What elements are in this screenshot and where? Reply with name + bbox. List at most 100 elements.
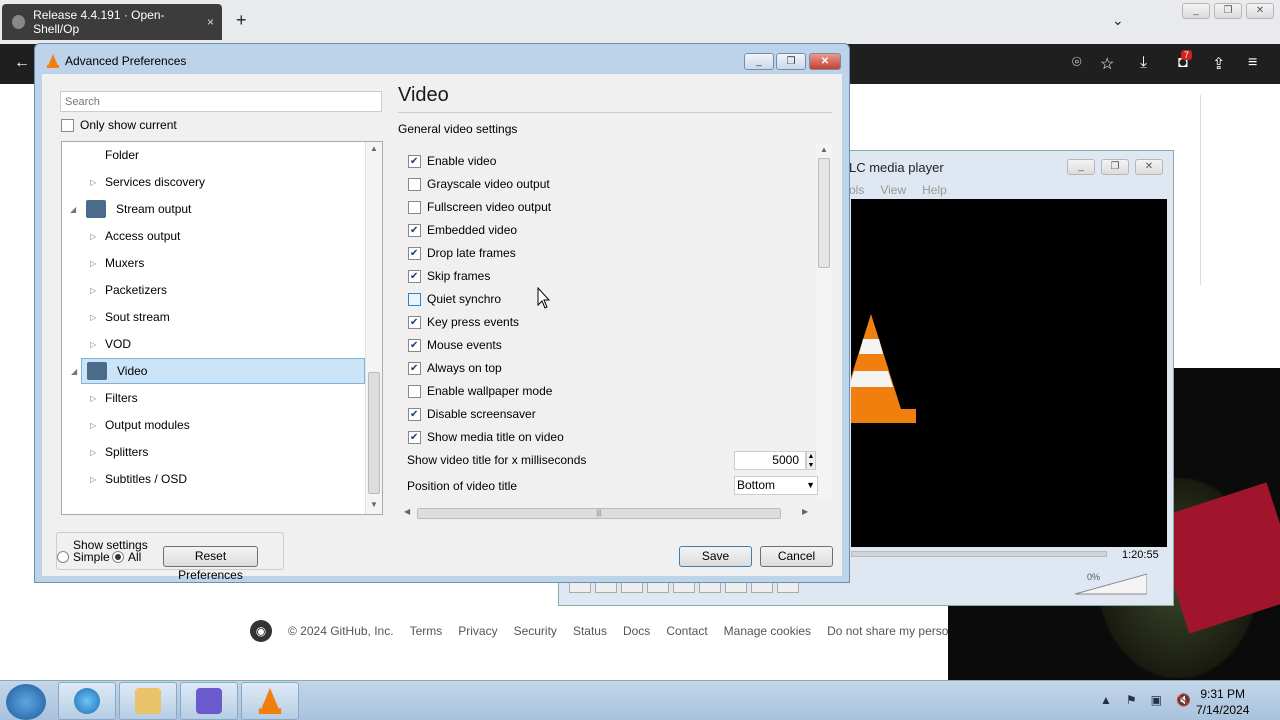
new-tab-button[interactable]: +: [236, 10, 247, 31]
simple-radio[interactable]: Simple: [57, 550, 110, 564]
collapsed-arrow-icon[interactable]: ▷: [90, 232, 96, 241]
option-checkbox[interactable]: Quiet synchro: [408, 292, 501, 306]
vlc-close-button[interactable]: ✕: [1135, 159, 1163, 175]
taskbar-explorer[interactable]: [119, 682, 177, 720]
flag-icon[interactable]: ⚑: [1126, 693, 1137, 707]
checkbox-box[interactable]: [408, 384, 421, 398]
tree-item[interactable]: ▷ Filters: [62, 385, 365, 411]
tree-item[interactable]: ◢ Video: [71, 358, 365, 384]
expanded-arrow-icon[interactable]: ◢: [70, 205, 76, 214]
dialog-maximize-button[interactable]: ❐: [776, 53, 806, 70]
taskbar-vlc[interactable]: [241, 682, 299, 720]
footer-link-terms[interactable]: Terms: [410, 624, 443, 638]
footer-link-do-not-share[interactable]: Do not share my personal: [827, 624, 964, 638]
option-checkbox[interactable]: Key press events: [408, 315, 519, 329]
share-icon[interactable]: ⇪: [1212, 54, 1225, 74]
restore-button[interactable]: ❐: [1214, 3, 1242, 19]
star-icon[interactable]: ☆: [1100, 54, 1114, 74]
collapsed-arrow-icon[interactable]: ▷: [90, 313, 96, 322]
vlc-seek-bar[interactable]: [851, 551, 1107, 557]
taskbar-browser[interactable]: [58, 682, 116, 720]
tray-expand-icon[interactable]: ▲: [1100, 693, 1112, 707]
back-arrow-icon[interactable]: ←: [14, 54, 30, 72]
tab-close-icon[interactable]: ×: [207, 15, 214, 29]
only-show-current-checkbox[interactable]: Only show current: [61, 118, 177, 132]
tree-item[interactable]: ▷ Muxers: [62, 250, 365, 276]
collapsed-arrow-icon[interactable]: ▷: [90, 259, 96, 268]
option-checkbox[interactable]: Disable screensaver: [408, 407, 536, 421]
menu-icon[interactable]: ≡: [1248, 54, 1257, 72]
checkbox-box[interactable]: [408, 430, 421, 444]
footer-link-status[interactable]: Status: [573, 624, 607, 638]
dialog-minimize-button[interactable]: _: [744, 53, 774, 70]
taskbar-clock[interactable]: 9:31 PM 7/14/2024: [1196, 686, 1249, 718]
tree-item[interactable]: ▷ Subtitles / OSD: [62, 466, 365, 492]
scroll-left-icon[interactable]: ◀: [404, 507, 410, 516]
checkbox-box[interactable]: [408, 292, 421, 306]
network-icon[interactable]: ▣: [1151, 693, 1162, 707]
checkbox-box[interactable]: [408, 223, 421, 237]
options-scrollbar[interactable]: ▲: [816, 144, 832, 499]
tree-item[interactable]: ▷ Access output: [62, 223, 365, 249]
option-checkbox[interactable]: Fullscreen video output: [408, 200, 551, 214]
option-checkbox[interactable]: Mouse events: [408, 338, 502, 352]
scroll-down-icon[interactable]: ▼: [370, 500, 378, 509]
checkbox-box[interactable]: [408, 338, 421, 352]
options-horizontal-scrollbar[interactable]: ◀ ||| ▶: [400, 506, 814, 520]
footer-link-manage-cookies[interactable]: Manage cookies: [724, 624, 811, 638]
reset-preferences-button[interactable]: Reset Preferences: [163, 546, 258, 582]
tree-scrollbar-thumb[interactable]: [368, 372, 380, 494]
tree-scrollbar[interactable]: ▲ ▼: [365, 142, 382, 514]
taskbar-app[interactable]: [180, 682, 238, 720]
vlc-volume-slider[interactable]: [1075, 573, 1147, 595]
option-checkbox[interactable]: Show media title on video: [408, 430, 564, 444]
footer-link-privacy[interactable]: Privacy: [458, 624, 497, 638]
vlc-menu-tools[interactable]: ols: [849, 183, 864, 197]
tree-item[interactable]: Folder: [62, 142, 365, 168]
vlc-minimize-button[interactable]: _: [1067, 159, 1095, 175]
option-checkbox[interactable]: Enable video: [408, 154, 496, 168]
tree-item[interactable]: ▷ VOD: [62, 331, 365, 357]
collapsed-arrow-icon[interactable]: ▷: [90, 448, 96, 457]
position-select[interactable]: Bottom ▼: [734, 476, 818, 495]
checkbox-box[interactable]: [408, 315, 421, 329]
options-scrollbar-thumb[interactable]: [818, 158, 830, 268]
collapsed-arrow-icon[interactable]: ▷: [90, 286, 96, 295]
minimize-button[interactable]: _: [1182, 3, 1210, 19]
dialog-close-button[interactable]: ✕: [809, 53, 841, 70]
volume-muted-icon[interactable]: 🔇: [1176, 693, 1191, 707]
tree-item[interactable]: ◢ Stream output: [62, 196, 365, 222]
checkbox-box[interactable]: [408, 269, 421, 283]
tree-item[interactable]: ▷ Output modules: [62, 412, 365, 438]
option-checkbox[interactable]: Skip frames: [408, 269, 490, 283]
checkbox-box[interactable]: [408, 246, 421, 260]
checkbox-box[interactable]: [408, 407, 421, 421]
show-title-ms-input[interactable]: 5000: [734, 451, 806, 470]
simple-radio-dot[interactable]: [57, 551, 69, 563]
scroll-up-icon[interactable]: ▲: [370, 144, 378, 153]
close-button[interactable]: ✕: [1246, 3, 1274, 19]
option-checkbox[interactable]: Drop late frames: [408, 246, 516, 260]
fingerprint-icon[interactable]: ⌾: [1072, 54, 1082, 72]
collapsed-arrow-icon[interactable]: ▷: [90, 421, 96, 430]
collapsed-arrow-icon[interactable]: ▷: [90, 394, 96, 403]
tree-item[interactable]: ▷ Splitters: [62, 439, 365, 465]
start-button[interactable]: [6, 684, 46, 720]
all-radio[interactable]: All: [112, 550, 141, 564]
cancel-button[interactable]: Cancel: [760, 546, 833, 567]
save-button[interactable]: Save: [679, 546, 752, 567]
checkbox-box[interactable]: [408, 361, 421, 375]
all-radio-dot[interactable]: [112, 551, 124, 563]
option-checkbox[interactable]: Enable wallpaper mode: [408, 384, 552, 398]
vlc-restore-button[interactable]: ❐: [1101, 159, 1129, 175]
vlc-menu-help[interactable]: Help: [922, 183, 947, 197]
vlc-menu-view[interactable]: View: [880, 183, 906, 197]
github-logo-icon[interactable]: ◉: [250, 620, 272, 642]
browser-tab[interactable]: Release 4.4.191 · Open-Shell/Op ×: [2, 4, 222, 40]
search-input[interactable]: [60, 91, 382, 112]
tab-list-button[interactable]: ⌄: [1112, 12, 1124, 29]
option-checkbox[interactable]: Grayscale video output: [408, 177, 550, 191]
download-icon[interactable]: ⤓: [1140, 54, 1147, 72]
checkbox-box[interactable]: [408, 177, 421, 191]
scroll-right-icon[interactable]: ▶: [802, 507, 808, 516]
